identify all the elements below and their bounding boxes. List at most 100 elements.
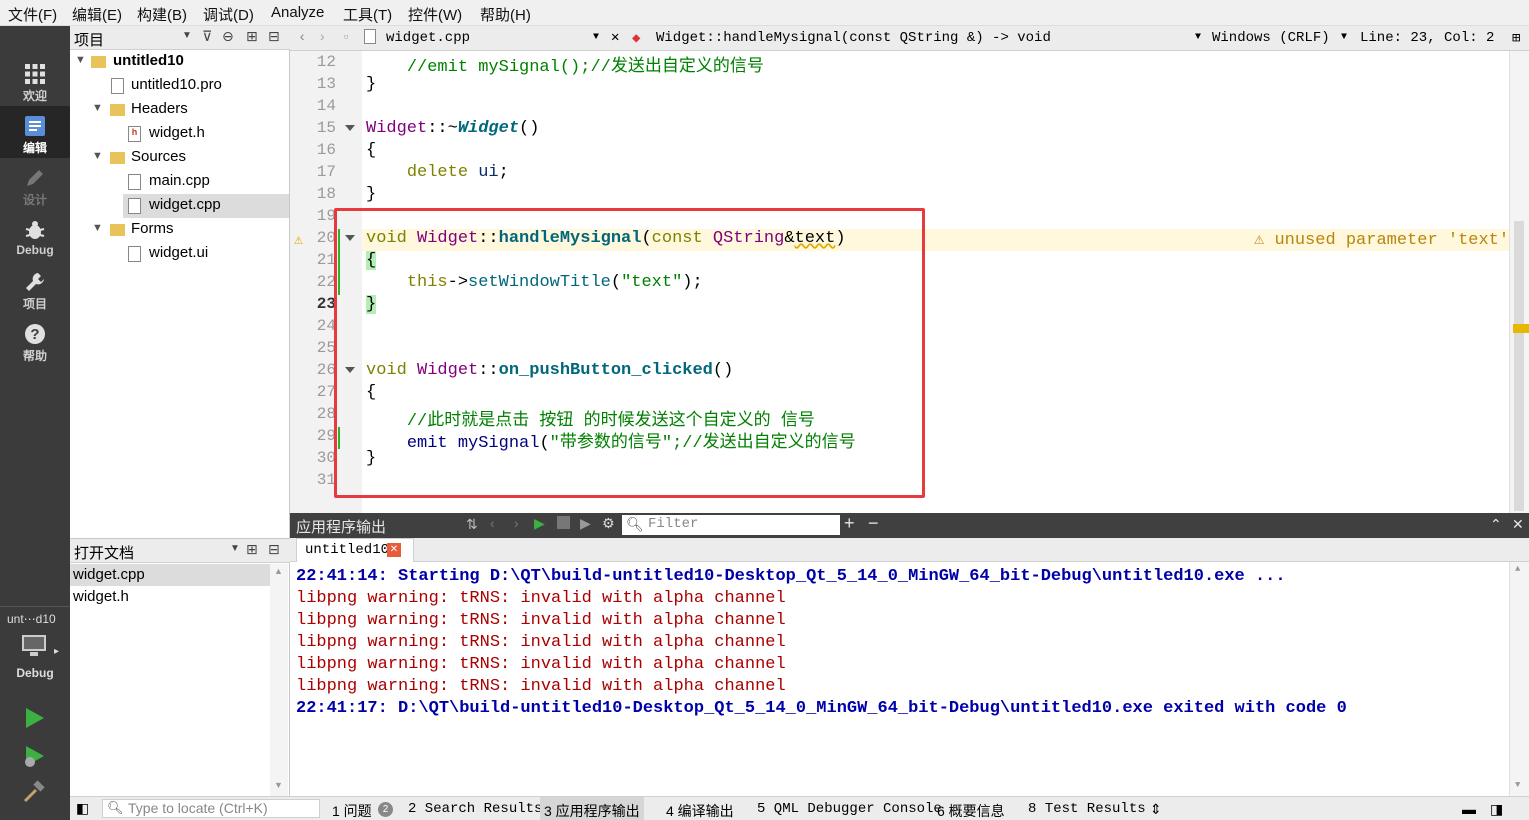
mode-projects[interactable]: 项目 bbox=[0, 262, 70, 314]
inline-warning[interactable]: ⚠ unused parameter 'text' bbox=[1254, 229, 1509, 250]
open-doc-item[interactable]: widget.h bbox=[70, 586, 270, 608]
progress-details-icon[interactable]: ▬ bbox=[1462, 801, 1476, 817]
kit-selector[interactable]: ▸ Debug bbox=[0, 630, 70, 690]
mode-welcome[interactable]: 欢迎 bbox=[0, 54, 70, 106]
tree-source-widget[interactable]: widget.cpp bbox=[123, 194, 289, 218]
mode-help[interactable]: ? 帮助 bbox=[0, 314, 70, 366]
split-icon[interactable]: ⊞ bbox=[246, 541, 258, 558]
menu-analyze[interactable]: Analyze bbox=[271, 4, 324, 21]
fold-marker-icon[interactable] bbox=[345, 235, 355, 241]
forward-icon[interactable]: › bbox=[318, 30, 326, 46]
menu-build[interactable]: 构建(B) bbox=[137, 4, 187, 25]
toggle-sidebar-icon[interactable]: ◧ bbox=[76, 800, 89, 817]
code-editor[interactable]: 12 13 14 15 16 17 18 19 20 21 22 23 24 2… bbox=[290, 51, 1529, 513]
expand-arrow-icon[interactable]: ▼ bbox=[92, 150, 103, 162]
close-pane-icon[interactable]: ⊟ bbox=[268, 541, 280, 558]
mode-bar: 欢迎 编辑 设计 Debug 项目 ? 帮助 unt⋯d10 ▸ Debug bbox=[0, 26, 70, 820]
menu-file[interactable]: 文件(F) bbox=[8, 4, 57, 25]
tree-forms[interactable]: ▼ Forms bbox=[70, 218, 289, 242]
scroll-up-icon[interactable]: ▲ bbox=[1515, 564, 1520, 574]
stop-icon[interactable] bbox=[557, 516, 570, 529]
scrollbar-thumb[interactable] bbox=[1514, 221, 1524, 511]
output-scrollbar[interactable]: ▲ ▼ bbox=[1509, 562, 1529, 796]
menu-tools[interactable]: 工具(T) bbox=[343, 4, 392, 25]
scrollbar[interactable]: ▲ ▼ bbox=[270, 564, 288, 796]
toggle-output-icon[interactable]: ◨ bbox=[1490, 801, 1503, 818]
close-file-icon[interactable]: ✕ bbox=[611, 29, 619, 46]
tab-compile-output[interactable]: 4 编译输出 bbox=[666, 801, 734, 820]
pane-selector-arrow-icon[interactable]: ▼ bbox=[230, 543, 240, 554]
line-number: 31 bbox=[316, 471, 336, 489]
tree-pro-file[interactable]: untitled10.pro bbox=[70, 74, 289, 98]
expand-arrow-icon[interactable]: ▼ bbox=[92, 102, 103, 114]
scroll-down-icon[interactable]: ▼ bbox=[274, 780, 283, 790]
next-icon[interactable]: › bbox=[514, 515, 519, 531]
mode-edit[interactable]: 编辑 bbox=[0, 106, 70, 158]
menu-edit[interactable]: 编辑(E) bbox=[72, 4, 122, 25]
tab-issues[interactable]: 1 问题 bbox=[332, 801, 372, 820]
tab-test-results[interactable]: 8 Test Results bbox=[1028, 801, 1146, 817]
scroll-up-icon[interactable]: ▲ bbox=[274, 566, 283, 576]
fold-marker-icon[interactable] bbox=[345, 125, 355, 131]
monitor-icon bbox=[22, 635, 46, 656]
menu-help[interactable]: 帮助(H) bbox=[480, 4, 531, 25]
settings-gear-icon[interactable]: ⚙ bbox=[602, 515, 615, 532]
tree-headers[interactable]: ▼ Headers bbox=[70, 98, 289, 122]
scroll-down-icon[interactable]: ▼ bbox=[1515, 780, 1520, 790]
split-editor-icon[interactable]: ⊞ bbox=[1512, 30, 1520, 47]
previous-icon[interactable]: ‹ bbox=[490, 515, 495, 531]
tree-header-file[interactable]: h widget.h bbox=[70, 122, 289, 146]
debug-attach-icon[interactable]: ▶ bbox=[580, 515, 591, 532]
menu-debug[interactable]: 调试(D) bbox=[203, 4, 254, 25]
tab-general-messages[interactable]: 6 概要信息 bbox=[937, 801, 1005, 820]
current-symbol[interactable]: Widget::handleMysignal(const QString &) … bbox=[656, 30, 1051, 46]
output-line: libpng warning: tRNS: invalid with alpha… bbox=[296, 633, 786, 652]
rerun-icon[interactable]: ▶ bbox=[534, 515, 545, 532]
close-pane-icon[interactable]: ⊟ bbox=[268, 28, 280, 45]
filter-icon[interactable]: ⊽ bbox=[202, 28, 212, 45]
tab-qml-debugger[interactable]: 5 QML Debugger Console bbox=[757, 801, 942, 817]
current-file[interactable]: widget.cpp bbox=[386, 30, 470, 46]
fold-marker-icon[interactable] bbox=[345, 367, 355, 373]
more-tabs-icon[interactable]: ⇕ bbox=[1150, 801, 1162, 818]
tab-search-results[interactable]: 2 Search Results bbox=[408, 801, 542, 817]
maximize-pane-icon[interactable]: ⌃ bbox=[1490, 516, 1502, 533]
back-icon[interactable]: ‹ bbox=[298, 30, 306, 46]
zoom-out-icon[interactable]: − bbox=[868, 513, 879, 534]
debug-run-icon[interactable] bbox=[22, 744, 46, 770]
tree-project[interactable]: ▼ untitled10 bbox=[70, 50, 289, 74]
close-tab-icon[interactable]: ✕ bbox=[387, 543, 401, 557]
run-icon[interactable] bbox=[22, 706, 46, 730]
attach-icon[interactable]: ⇅ bbox=[466, 516, 478, 533]
issues-count-badge: 2 bbox=[378, 802, 393, 817]
change-marker bbox=[338, 427, 340, 449]
tab-application-output[interactable]: 3 应用程序输出 bbox=[540, 797, 644, 820]
open-doc-item[interactable]: widget.cpp bbox=[70, 564, 270, 586]
line-ending-dropdown-icon[interactable]: ▼ bbox=[1341, 32, 1347, 43]
expand-arrow-icon[interactable]: ▼ bbox=[75, 54, 86, 66]
expand-arrow-icon[interactable]: ▼ bbox=[92, 222, 103, 234]
link-icon[interactable]: ⊖ bbox=[222, 28, 234, 45]
filter-input[interactable]: 🔍︎ Filter bbox=[622, 515, 840, 535]
mode-debug[interactable]: Debug bbox=[0, 210, 70, 262]
menu-widgets[interactable]: 控件(W) bbox=[408, 4, 462, 25]
symbol-dropdown-icon[interactable]: ▼ bbox=[1195, 32, 1201, 43]
locate-input[interactable]: 🔍︎ Type to locate (Ctrl+K) bbox=[102, 799, 320, 818]
tree-form-file[interactable]: widget.ui bbox=[70, 242, 289, 266]
line-ending[interactable]: Windows (CRLF) bbox=[1212, 30, 1330, 46]
tree-source-main[interactable]: main.cpp bbox=[70, 170, 289, 194]
build-hammer-icon[interactable] bbox=[22, 780, 46, 804]
close-pane-icon[interactable]: ✕ bbox=[1512, 516, 1524, 533]
pane-selector-arrow-icon[interactable]: ▼ bbox=[182, 30, 192, 41]
mode-design[interactable]: 设计 bbox=[0, 158, 70, 210]
application-output[interactable]: 22:41:14: Starting D:\QT\build-untitled1… bbox=[290, 562, 1529, 796]
warning-icon: ⚠ bbox=[1254, 231, 1275, 250]
tree-sources[interactable]: ▼ Sources bbox=[70, 146, 289, 170]
file-dropdown-icon[interactable]: ▼ bbox=[593, 32, 599, 43]
zoom-in-icon[interactable]: + bbox=[844, 513, 855, 534]
output-tab[interactable]: untitled10 ✕ bbox=[296, 538, 414, 562]
editor-scrollbar[interactable] bbox=[1509, 51, 1529, 513]
split-icon[interactable]: ⊞ bbox=[246, 28, 258, 45]
warning-icon[interactable]: ⚠ bbox=[294, 230, 303, 249]
file-icon bbox=[364, 29, 376, 44]
